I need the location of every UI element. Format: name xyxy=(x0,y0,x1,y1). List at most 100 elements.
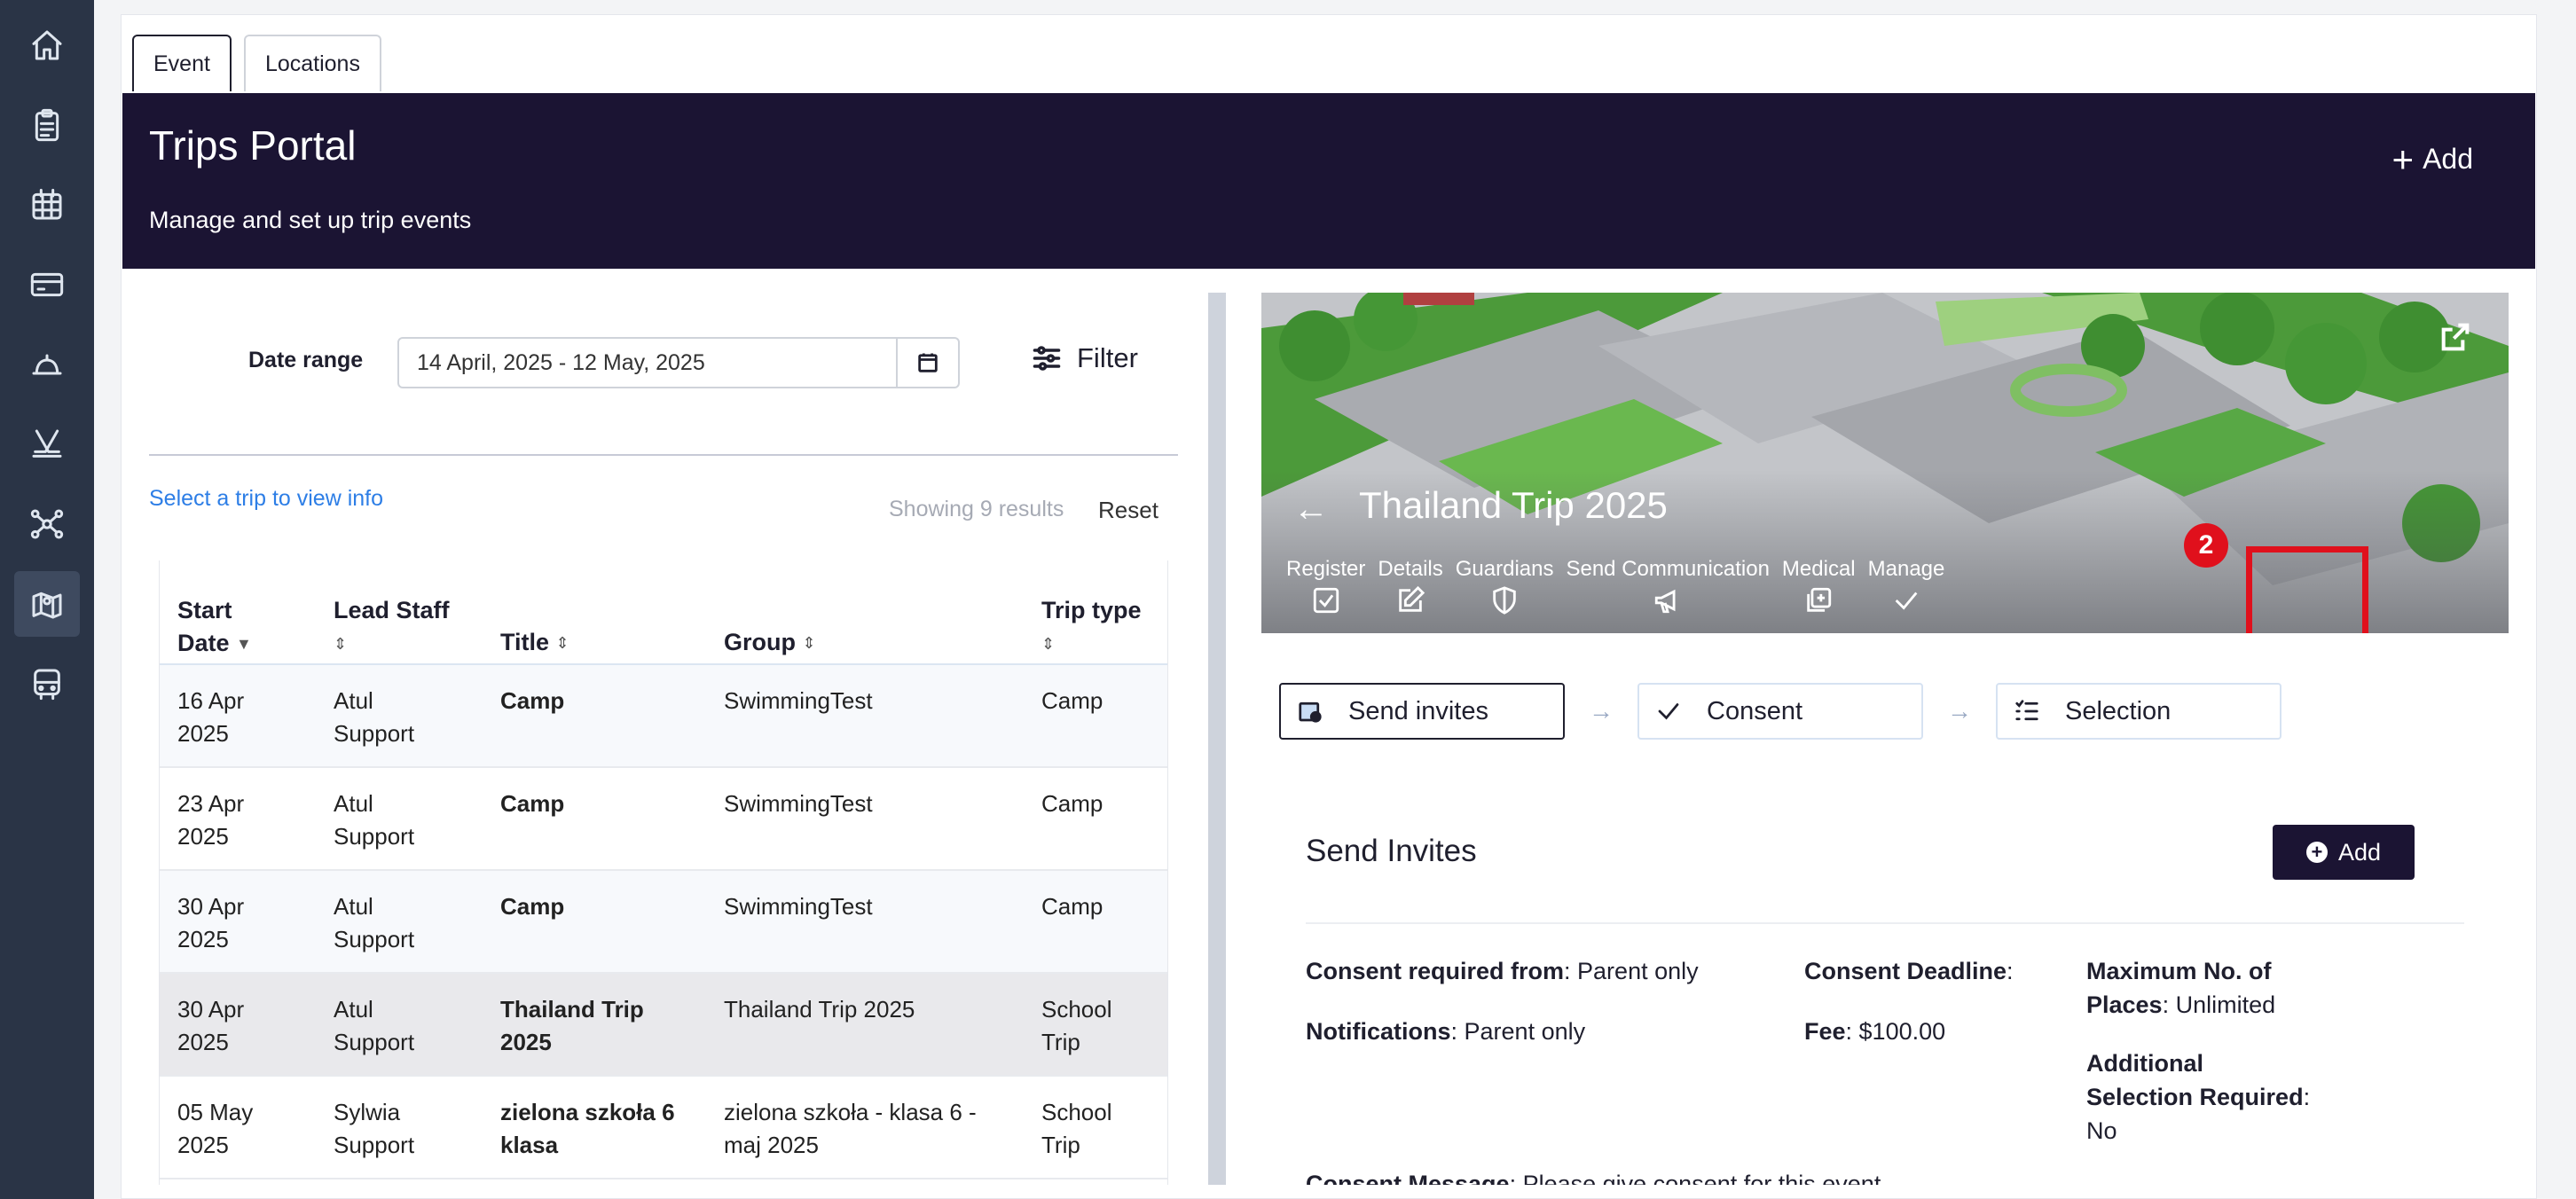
trip-nav-medical-label: Medical xyxy=(1781,557,1856,581)
date-range-input[interactable]: 14 April, 2025 - 12 May, 2025 xyxy=(397,337,898,388)
trip-nav-send-communication[interactable]: Send Communication xyxy=(1566,557,1770,615)
table-row[interactable]: 23 Apr 2025 Atul Support Camp SwimmingTest Cam… xyxy=(160,768,1167,871)
max-places-label-2: Places xyxy=(2086,991,2163,1018)
check-icon xyxy=(1895,592,1918,610)
trip-title: Thailand Trip 2025 xyxy=(1359,484,1668,526)
sidebar-item-network[interactable] xyxy=(14,491,80,557)
sidebar-item-services[interactable] xyxy=(14,332,80,397)
trips-table: Start Date ▼ Lead Staff ⇕ Title ⇕ Group … xyxy=(159,560,1168,1185)
cell-title: Camp xyxy=(500,685,713,717)
cell-start-date: 30 Apr 2025 xyxy=(177,993,319,1059)
step-send-invites[interactable]: Send invites xyxy=(1279,683,1565,740)
filter-button[interactable]: Filter xyxy=(1031,342,1138,374)
sidebar-item-tasks[interactable] xyxy=(14,92,80,158)
consent-required-value: : Parent only xyxy=(1564,958,1699,984)
page-subtitle: Manage and set up trip events xyxy=(149,207,472,233)
add-invite-label: Add xyxy=(2337,838,2382,866)
calendar-icon xyxy=(918,353,938,372)
sidebar-item-sports[interactable] xyxy=(14,411,80,477)
trip-nav-details[interactable]: Details xyxy=(1378,557,1443,615)
trip-nav-guardians-label: Guardians xyxy=(1455,557,1554,581)
col-trip-type[interactable]: Trip type ⇕ xyxy=(1041,594,1142,661)
notifications-info: Notifications: Parent only xyxy=(1306,1015,1585,1048)
sidebar-item-transport[interactable] xyxy=(14,651,80,717)
cell-title: Camp xyxy=(500,890,713,923)
step-consent[interactable]: Consent xyxy=(1637,683,1923,740)
filter-label: Filter xyxy=(1077,342,1138,373)
back-arrow-icon[interactable]: ← xyxy=(1293,490,1329,529)
cell-group: SwimmingTest xyxy=(724,890,990,923)
add-invite-button[interactable]: + Add xyxy=(2273,825,2415,880)
filter-divider xyxy=(149,454,1178,456)
cell-trip-type: School Trip xyxy=(1041,1096,1166,1162)
cell-trip-type-line-1: Camp xyxy=(1041,790,1103,817)
table-row[interactable]: 30 Apr 2025 Atul Support Camp SwimmingTest Cam… xyxy=(160,871,1167,974)
table-row[interactable]: 05 May 2025 Sylwia Support zielona szkoła 6 k… xyxy=(160,1077,1167,1179)
notifications-label: Notifications xyxy=(1306,1018,1451,1045)
invite-calendar-icon xyxy=(1299,701,1322,723)
sort-icon: ⇕ xyxy=(334,635,348,654)
trip-nav-guardians[interactable]: Guardians xyxy=(1455,557,1554,615)
sidebar-item-trips[interactable] xyxy=(14,571,80,637)
date-picker-button[interactable] xyxy=(896,337,960,388)
deadline-value: : xyxy=(2007,958,2014,984)
trip-nav-manage[interactable]: Manage xyxy=(1868,557,1944,615)
cell-trip-type-line-1: School xyxy=(1041,1099,1112,1125)
step-selection[interactable]: Selection xyxy=(1996,683,2281,740)
panel-splitter[interactable] xyxy=(1208,293,1226,1185)
add-trip-button[interactable]: + Add xyxy=(2391,137,2473,180)
cell-lead-staff: Atul Support xyxy=(334,890,484,956)
trip-nav-send-communication-label: Send Communication xyxy=(1566,557,1770,581)
cell-title-line-2: 2025 xyxy=(500,1029,552,1055)
select-trip-hint[interactable]: Select a trip to view info xyxy=(149,486,383,512)
trip-detail-panel: ← Thailand Trip 2025 Register Details Gu… xyxy=(1261,293,2509,1185)
trip-nav-register[interactable]: Register xyxy=(1286,557,1365,615)
page-banner: Trips Portal Manage and set up trip even… xyxy=(122,93,2535,269)
edit-icon xyxy=(1399,585,1425,612)
sidebar-item-payments[interactable] xyxy=(14,252,80,317)
additional-selection-colon: : xyxy=(2303,1084,2311,1110)
tab-event[interactable]: Event xyxy=(132,35,232,91)
map-pin-icon xyxy=(32,592,62,619)
fee-label: Fee xyxy=(1804,1018,1846,1045)
cell-start-date-line-1: 05 May xyxy=(177,1099,254,1125)
trip-nav-details-label: Details xyxy=(1378,557,1443,581)
cell-lead-staff-line-1: Atul xyxy=(334,996,373,1023)
col-start-date[interactable]: Start Date ▼ xyxy=(177,594,252,661)
cell-title-line-1: Camp xyxy=(500,790,565,817)
cell-start-date-line-2: 2025 xyxy=(177,926,229,952)
cell-lead-staff-line-2: Support xyxy=(334,926,415,952)
cell-lead-staff-line-1: Atul xyxy=(334,790,373,817)
sort-desc-icon: ▼ xyxy=(236,635,252,654)
cell-group: zielona szkoła - klasa 6 - maj 2025 xyxy=(724,1096,990,1162)
table-row[interactable]: 30 Apr 2025 Atul Support Thailand Trip 2025 Th… xyxy=(160,974,1167,1077)
trip-nav-medical[interactable]: Medical xyxy=(1782,557,1856,615)
arrow-right-icon: → xyxy=(1947,697,1972,725)
col-title-label: Title xyxy=(500,629,550,655)
sidebar-item-calendar[interactable] xyxy=(14,172,80,238)
deadline-info: Consent Deadline: xyxy=(1804,954,2014,988)
max-places-value: : Unlimited xyxy=(2162,991,2276,1018)
reset-button[interactable]: Reset xyxy=(1098,497,1158,524)
col-title[interactable]: Title ⇕ xyxy=(500,626,569,660)
plus-circle-icon: + xyxy=(2305,842,2328,863)
cell-lead-staff: Atul Support xyxy=(334,993,484,1059)
plus-icon: + xyxy=(2391,137,2415,180)
cell-title: zielona szkoła 6 klasa xyxy=(500,1096,713,1162)
cell-group-line-1: SwimmingTest xyxy=(724,790,873,817)
col-lead-staff[interactable]: Lead Staff ⇕ xyxy=(334,594,450,661)
cell-group-line-2: maj 2025 xyxy=(724,1132,819,1158)
col-start-date-label: Start xyxy=(177,597,232,623)
tab-locations[interactable]: Locations xyxy=(243,35,381,91)
sidebar-item-home[interactable] xyxy=(14,12,80,78)
cell-group-line-1: SwimmingTest xyxy=(724,893,873,920)
megaphone-icon xyxy=(1655,589,1676,614)
trip-hero: ← Thailand Trip 2025 Register Details Gu… xyxy=(1261,293,2509,633)
expand-icon[interactable] xyxy=(2438,319,2473,355)
trip-nav: Register Details Guardians Send Communic… xyxy=(1286,557,1957,615)
table-row[interactable]: 16 Apr 2025 Atul Support Camp SwimmingTest Cam… xyxy=(160,665,1167,768)
cell-group-line-1: Thailand Trip 2025 xyxy=(724,996,915,1023)
col-group[interactable]: Group ⇕ xyxy=(724,626,816,660)
trip-nav-register-label: Register xyxy=(1286,557,1366,581)
table-header: Start Date ▼ Lead Staff ⇕ Title ⇕ Group … xyxy=(160,560,1167,665)
